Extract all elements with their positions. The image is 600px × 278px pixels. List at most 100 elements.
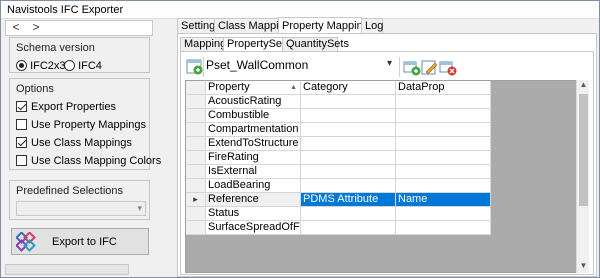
row-header[interactable] — [186, 221, 206, 235]
cell-property[interactable]: LoadBearing — [206, 179, 301, 193]
row-header[interactable] — [186, 95, 206, 109]
subtab-propertysets[interactable]: PropertySets — [223, 37, 291, 51]
cell-property[interactable]: Combustible — [206, 109, 301, 123]
scroll-up-icon[interactable]: ▲ — [577, 80, 590, 92]
column-header-dataprop[interactable]: DataProp — [396, 81, 491, 95]
tab-settings[interactable]: Settings — [177, 18, 221, 33]
pset-select[interactable]: Pset_WallCommon ▾ — [206, 58, 394, 74]
row-pointer-icon[interactable]: ▸ — [186, 193, 206, 207]
cell-dataprop[interactable] — [396, 221, 491, 235]
table-row[interactable]: Compartmentation — [186, 123, 491, 137]
cell-property[interactable]: SurfaceSpreadOfFlame — [206, 221, 301, 235]
cell-dataprop[interactable] — [396, 165, 491, 179]
export-button[interactable]: Export to IFC — [11, 228, 149, 255]
cell-category[interactable] — [301, 109, 396, 123]
table-row[interactable]: SurfaceSpreadOfFlame — [186, 221, 491, 235]
scroll-down-icon[interactable]: ▼ — [577, 261, 590, 273]
add-pset-icon[interactable] — [403, 59, 421, 77]
checkbox-use-property-mappings[interactable]: Use Property Mappings — [16, 119, 146, 131]
row-header[interactable] — [186, 123, 206, 137]
cell-category[interactable]: PDMS Attribute — [301, 193, 396, 207]
checkbox-use-property-mappings-box[interactable] — [16, 119, 27, 130]
table-row[interactable]: IsExternal — [186, 165, 491, 179]
predefined-select[interactable]: ▾ — [16, 201, 146, 216]
export-button-label: Export to IFC — [52, 236, 117, 248]
radio-ifc4[interactable]: IFC4 — [64, 60, 102, 72]
app-window: Navistools IFC Exporter < > Schema versi… — [0, 0, 600, 278]
cell-dataprop[interactable] — [396, 95, 491, 109]
cell-dataprop[interactable] — [396, 151, 491, 165]
cell-dataprop[interactable] — [396, 207, 491, 221]
cell-category[interactable] — [301, 151, 396, 165]
checkbox-export-properties-box[interactable] — [16, 101, 27, 112]
row-header[interactable] — [186, 179, 206, 193]
edit-pset-icon[interactable] — [421, 59, 439, 77]
cell-category[interactable] — [301, 95, 396, 109]
tab-class-mappings[interactable]: Class Mappings — [214, 18, 296, 33]
cell-property[interactable]: IsExternal — [206, 165, 301, 179]
column-header-category[interactable]: Category — [301, 81, 396, 95]
ifc-logo-icon — [16, 232, 36, 252]
cell-category[interactable] — [301, 137, 396, 151]
table-row[interactable]: FireRating — [186, 151, 491, 165]
refresh-icon[interactable] — [186, 58, 204, 76]
delete-pset-icon[interactable] — [439, 59, 457, 77]
cell-category[interactable] — [301, 221, 396, 235]
subtab-quantitysets[interactable]: QuantitySets — [282, 37, 349, 51]
cell-category[interactable] — [301, 179, 396, 193]
subtab-mappings[interactable]: Mappings — [180, 37, 232, 51]
toolbar-separator — [203, 57, 204, 77]
cell-dataprop[interactable] — [396, 137, 491, 151]
grid-header-row: Property ▲ Category DataProp — [186, 81, 491, 95]
cell-category[interactable] — [301, 123, 396, 137]
row-header[interactable] — [186, 151, 206, 165]
table-row[interactable]: Status — [186, 207, 491, 221]
back-button[interactable]: < — [8, 21, 24, 35]
cell-dataprop[interactable] — [396, 123, 491, 137]
radio-ifc2x3-indicator[interactable] — [16, 60, 27, 71]
status-bar — [5, 264, 129, 275]
cell-property[interactable]: AcousticRating — [206, 95, 301, 109]
checkbox-use-class-mapping-colors[interactable]: Use Class Mapping Colors — [16, 155, 161, 167]
tab-log[interactable]: Log — [361, 18, 383, 33]
radio-ifc4-indicator[interactable] — [64, 60, 75, 71]
column-header-property-label: Property — [208, 81, 250, 93]
row-header[interactable] — [186, 165, 206, 179]
cell-property[interactable]: ExtendToStructure — [206, 137, 301, 151]
table-row[interactable]: ▸ Reference PDMS Attribute Name — [186, 193, 491, 207]
options-label: Options — [16, 83, 54, 95]
forward-button[interactable]: > — [28, 21, 44, 35]
tab-property-mappings[interactable]: Property Mappings — [278, 17, 374, 33]
radio-ifc4-label: IFC4 — [78, 60, 102, 72]
row-header[interactable] — [186, 109, 206, 123]
cell-property[interactable]: FireRating — [206, 151, 301, 165]
cell-category[interactable] — [301, 207, 396, 221]
schema-label: Schema version — [16, 42, 95, 54]
table-row[interactable]: LoadBearing — [186, 179, 491, 193]
cell-dataprop[interactable] — [396, 179, 491, 193]
scrollbar-thumb[interactable] — [579, 94, 588, 206]
left-panel: < > Schema version IFC2x3 IFC4 Options E… — [1, 20, 161, 263]
column-header-property[interactable]: Property ▲ — [206, 81, 301, 95]
grid-scrollbar[interactable]: ▲ ▼ — [576, 80, 589, 273]
checkbox-export-properties[interactable]: Export Properties — [16, 101, 116, 113]
checkbox-use-class-mappings[interactable]: Use Class Mappings — [16, 137, 132, 149]
table-row[interactable]: Combustible — [186, 109, 491, 123]
radio-ifc2x3[interactable]: IFC2x3 — [16, 60, 66, 72]
checkbox-use-class-mappings-label: Use Class Mappings — [31, 137, 132, 149]
chevron-down-icon: ▾ — [137, 203, 142, 213]
cell-property[interactable]: Compartmentation — [206, 123, 301, 137]
cell-category[interactable] — [301, 165, 396, 179]
checkbox-use-class-mappings-box[interactable] — [16, 137, 27, 148]
row-header[interactable] — [186, 137, 206, 151]
cell-property[interactable]: Reference — [206, 193, 301, 207]
options-group: Options Export Properties Use Property M… — [9, 78, 161, 170]
cell-dataprop[interactable]: Name — [396, 193, 491, 207]
row-header[interactable] — [186, 207, 206, 221]
checkbox-use-class-mapping-colors-box[interactable] — [16, 155, 27, 166]
cell-property[interactable]: Status — [206, 207, 301, 221]
propertysets-panel: Pset_WallCommon ▾ Property ▲ Category Da… — [180, 51, 594, 275]
cell-dataprop[interactable] — [396, 109, 491, 123]
table-row[interactable]: ExtendToStructure — [186, 137, 491, 151]
table-row[interactable]: AcousticRating — [186, 95, 491, 109]
